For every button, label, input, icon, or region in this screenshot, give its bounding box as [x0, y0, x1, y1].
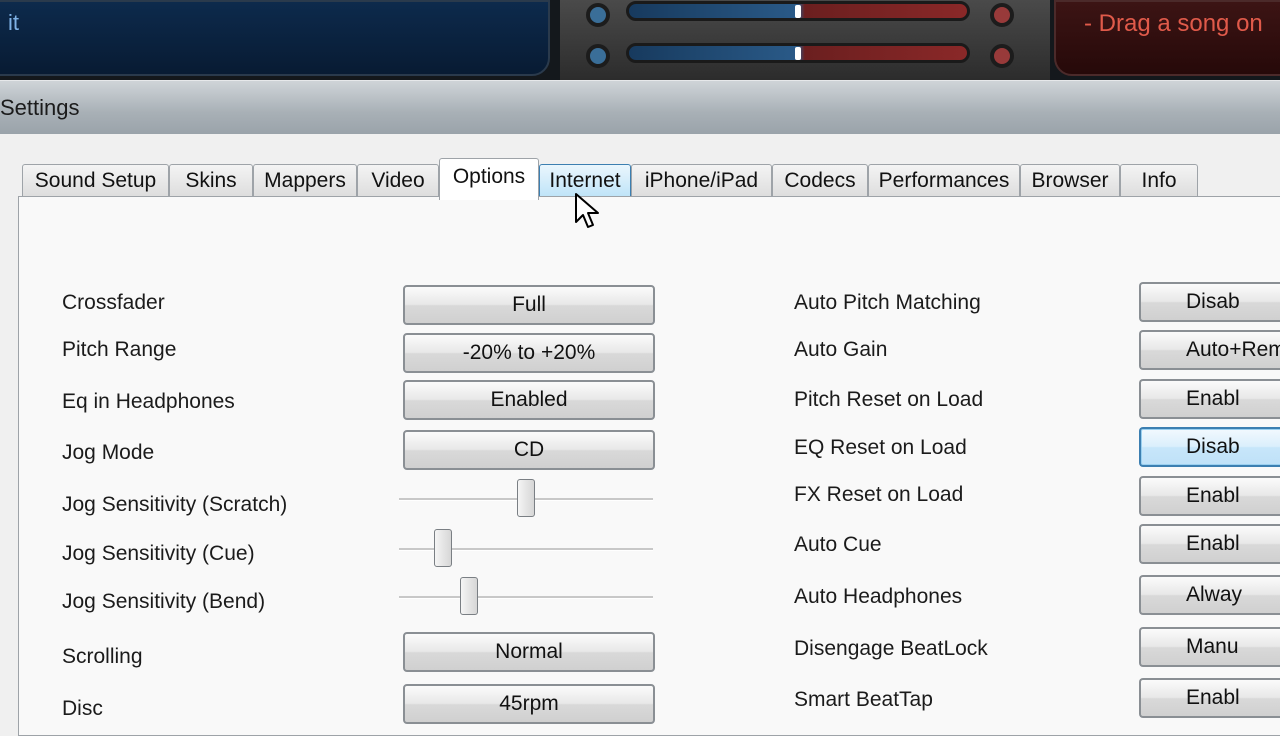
disc-label: Disc	[62, 697, 103, 720]
slider-thumb[interactable]	[517, 479, 535, 517]
eq-reset-label: EQ Reset on Load	[794, 436, 967, 459]
tab-options[interactable]: Options	[439, 158, 539, 200]
auto-headphones-button[interactable]: Alway	[1139, 575, 1280, 615]
tab-performances[interactable]: Performances	[868, 164, 1020, 198]
vu-marker	[795, 5, 801, 18]
disc-button[interactable]: 45rpm	[403, 684, 655, 724]
right-knob-icon[interactable]	[990, 3, 1014, 27]
settings-client-area: Sound Setup Skins Mappers Video Options …	[0, 134, 1280, 736]
vu-meter-top	[626, 1, 970, 21]
tab-iphone-ipad[interactable]: iPhone/iPad	[631, 164, 772, 198]
right-knob-icon[interactable]	[990, 44, 1014, 68]
dj-app-top-strip: it - Drag a song on	[0, 0, 1280, 80]
auto-headphones-label: Auto Headphones	[794, 585, 963, 608]
scrolling-label: Scrolling	[62, 645, 143, 668]
jog-cue-label: Jog Sensitivity (Cue)	[62, 542, 255, 565]
jog-scratch-label: Jog Sensitivity (Scratch)	[62, 493, 288, 516]
left-deck-text: it	[8, 10, 19, 35]
mixer-panel	[560, 0, 1050, 80]
jog-bend-slider[interactable]	[399, 577, 653, 617]
fx-reset-button[interactable]: Enabl	[1139, 476, 1280, 516]
smart-beattap-label: Smart BeatTap	[794, 688, 933, 711]
crossfader-button[interactable]: Full	[403, 285, 655, 325]
right-deck-text: - Drag a song on	[1084, 10, 1263, 37]
vu-marker	[795, 47, 801, 60]
jog-mode-button[interactable]: CD	[403, 430, 655, 470]
tab-video[interactable]: Video	[357, 164, 439, 198]
pitch-range-label: Pitch Range	[62, 338, 177, 361]
pitch-reset-label: Pitch Reset on Load	[794, 388, 984, 411]
window-title: Settings	[0, 95, 80, 120]
tab-sound-setup[interactable]: Sound Setup	[22, 164, 169, 198]
auto-cue-label: Auto Cue	[794, 533, 882, 556]
crossfader-label: Crossfader	[62, 291, 165, 314]
jog-mode-label: Jog Mode	[62, 441, 155, 464]
eq-headphones-label: Eq in Headphones	[62, 390, 235, 413]
pitch-reset-button[interactable]: Enabl	[1139, 379, 1280, 419]
jog-scratch-slider[interactable]	[399, 479, 653, 519]
options-tab-panel: Crossfader Full Pitch Range -20% to +20%…	[18, 196, 1280, 736]
tab-info[interactable]: Info	[1120, 164, 1198, 198]
settings-window: Settings Sound Setup Skins Mappers Video…	[0, 80, 1280, 736]
jog-cue-slider[interactable]	[399, 529, 653, 569]
eq-reset-button[interactable]: Disab	[1139, 427, 1280, 467]
left-knob-icon[interactable]	[586, 44, 610, 68]
vu-meter-bottom	[626, 43, 970, 63]
smart-beattap-button[interactable]: Enabl	[1139, 678, 1280, 718]
auto-gain-button[interactable]: Auto+Rem	[1139, 330, 1280, 370]
tab-mappers[interactable]: Mappers	[253, 164, 357, 198]
right-deck-panel: - Drag a song on	[1054, 0, 1280, 76]
eq-headphones-button[interactable]: Enabled	[403, 380, 655, 420]
slider-thumb[interactable]	[434, 529, 452, 567]
auto-pitch-label: Auto Pitch Matching	[794, 291, 981, 314]
slider-track	[399, 596, 653, 599]
tab-browser[interactable]: Browser	[1020, 164, 1120, 198]
jog-bend-label: Jog Sensitivity (Bend)	[62, 590, 266, 613]
window-titlebar[interactable]: Settings	[0, 80, 1280, 134]
fx-reset-label: FX Reset on Load	[794, 483, 964, 506]
pitch-range-button[interactable]: -20% to +20%	[403, 333, 655, 373]
scrolling-button[interactable]: Normal	[403, 632, 655, 672]
auto-cue-button[interactable]: Enabl	[1139, 524, 1280, 564]
disengage-beatlock-label: Disengage BeatLock	[794, 637, 988, 660]
tab-codecs[interactable]: Codecs	[772, 164, 868, 198]
left-knob-icon[interactable]	[586, 3, 610, 27]
slider-thumb[interactable]	[460, 577, 478, 615]
auto-pitch-button[interactable]: Disab	[1139, 282, 1280, 322]
disengage-beatlock-button[interactable]: Manu	[1139, 627, 1280, 667]
mouse-cursor-icon	[575, 193, 599, 228]
tab-skins[interactable]: Skins	[169, 164, 253, 198]
auto-gain-label: Auto Gain	[794, 338, 888, 361]
left-deck-panel: it	[0, 0, 550, 76]
